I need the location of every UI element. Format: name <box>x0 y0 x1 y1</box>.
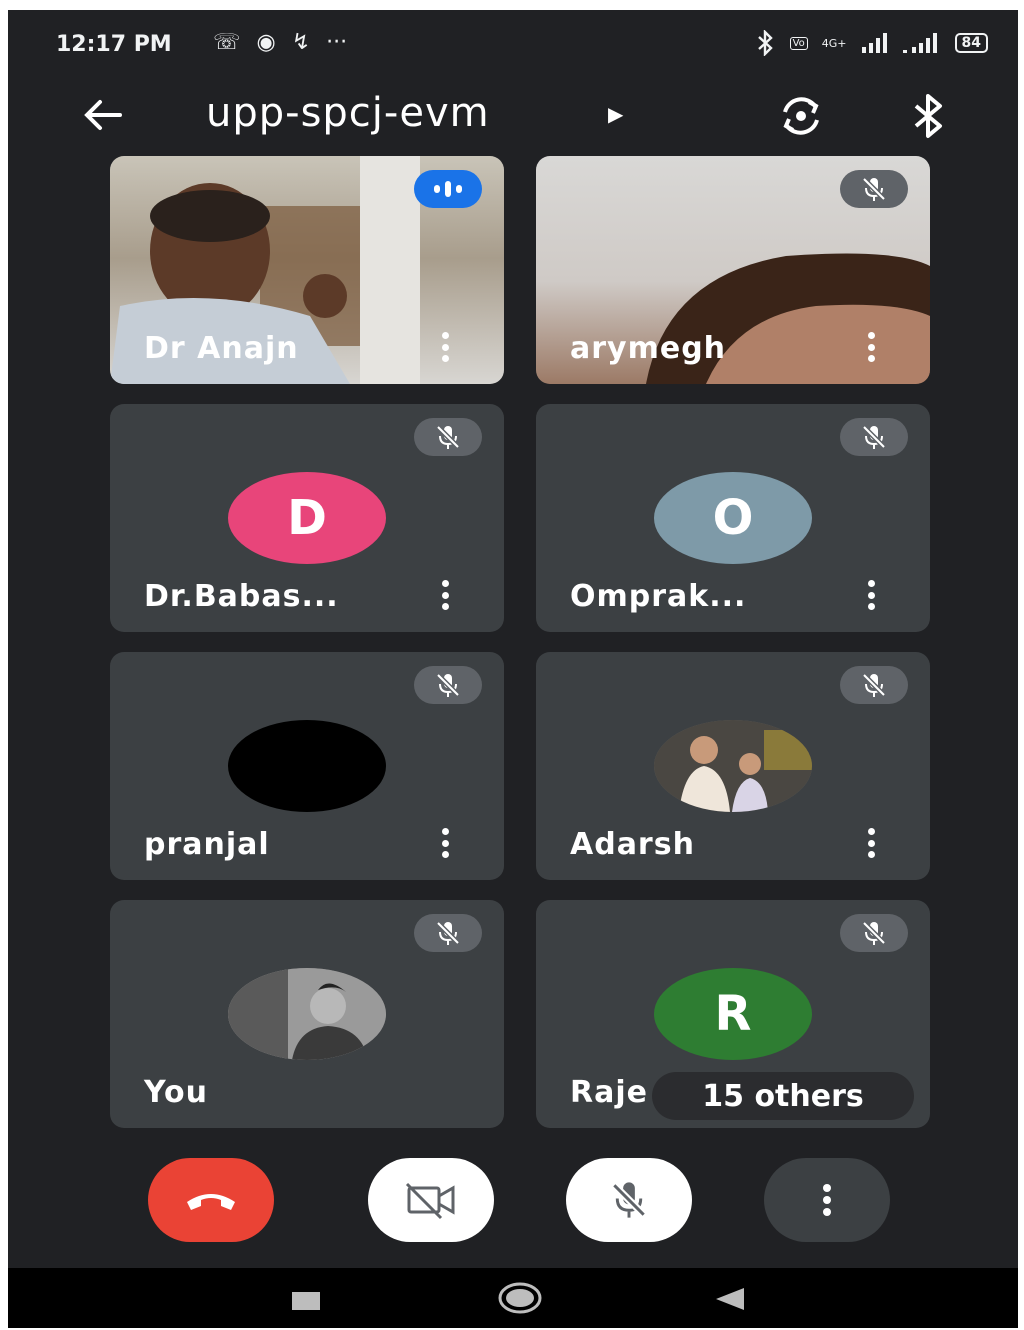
participant-more-button[interactable] <box>438 828 452 858</box>
participant-tile[interactable]: Dr Anajn <box>110 156 504 384</box>
participant-name: Omprak... <box>570 579 747 614</box>
mic-off-icon <box>862 177 886 201</box>
bluetooth-status-icon <box>757 30 773 56</box>
camera-toggle-button[interactable] <box>368 1158 494 1242</box>
video-off-icon <box>405 1182 455 1220</box>
participant-tile[interactable]: Adarsh <box>536 652 930 880</box>
participant-tile[interactable]: You <box>110 900 504 1128</box>
call-controls <box>8 1150 1018 1250</box>
meet-screen: 12:17 PM ☏ ◉ ↯ ··· Vo 4G+ 84 upp-spcj-ev… <box>8 10 1018 1328</box>
participant-more-button[interactable] <box>864 580 878 610</box>
mic-off-badge <box>414 666 482 704</box>
mic-off-icon <box>436 921 460 945</box>
participant-tile[interactable]: R Raje 15 others <box>536 900 930 1128</box>
participant-more-button[interactable] <box>438 580 452 610</box>
signal-icon <box>861 33 887 53</box>
more-notifications-icon: ··· <box>326 30 348 55</box>
mic-off-badge <box>840 666 908 704</box>
participant-name: Adarsh <box>570 827 695 862</box>
participant-tile[interactable]: D Dr.Babas... <box>110 404 504 632</box>
participant-name: You <box>144 1075 208 1110</box>
participant-name: pranjal <box>144 827 270 862</box>
mic-off-icon <box>436 425 460 449</box>
switch-camera-button[interactable] <box>773 88 829 144</box>
speaking-indicator <box>414 170 482 208</box>
participant-name: Raje <box>570 1075 648 1110</box>
avatar: R <box>654 968 812 1060</box>
meeting-code[interactable]: upp-spcj-evm <box>206 90 490 136</box>
camera-switch-icon <box>783 97 819 135</box>
participant-more-button[interactable] <box>438 332 452 362</box>
audio-output-button[interactable] <box>900 88 956 144</box>
mic-off-badge <box>840 418 908 456</box>
back-nav-icon[interactable] <box>714 1286 746 1312</box>
avatar-photo <box>654 720 812 812</box>
participant-name: Dr.Babas... <box>144 579 339 614</box>
mic-off-badge <box>840 170 908 208</box>
photo-image <box>654 720 812 812</box>
home-icon[interactable] <box>496 1280 544 1316</box>
participant-name: Dr Anajn <box>144 331 299 366</box>
participant-tile[interactable]: pranjal <box>110 652 504 880</box>
missed-call-icon: ↯ <box>291 30 311 55</box>
status-time: 12:17 PM <box>56 32 172 57</box>
arrow-left-icon <box>84 100 122 130</box>
participant-more-button[interactable] <box>864 332 878 362</box>
volte-icon: Vo <box>789 36 808 50</box>
others-badge[interactable]: 15 others <box>652 1072 914 1120</box>
more-vert-icon <box>823 1184 831 1216</box>
mic-off-icon <box>862 425 886 449</box>
photo-image <box>228 968 386 1060</box>
system-icons: Vo 4G+ 84 <box>754 30 988 56</box>
avatar: O <box>654 472 812 564</box>
more-options-button[interactable] <box>764 1158 890 1242</box>
mic-off-badge <box>414 418 482 456</box>
back-button[interactable] <box>78 90 128 140</box>
avatar: D <box>228 472 386 564</box>
participant-tile[interactable]: arymegh <box>536 156 930 384</box>
meeting-header: upp-spcj-evm ▶ <box>8 82 1018 157</box>
app-icon: ◉ <box>256 30 276 55</box>
participant-name: arymegh <box>570 331 727 366</box>
caret-right-icon[interactable]: ▶ <box>608 102 623 126</box>
participant-tile[interactable]: O Omprak... <box>536 404 930 632</box>
mic-toggle-button[interactable] <box>566 1158 692 1242</box>
participant-more-button[interactable] <box>864 828 878 858</box>
system-nav-bar <box>8 1268 1018 1328</box>
signal-icon-2 <box>902 33 937 53</box>
phone-hangup-icon <box>187 1194 235 1210</box>
bluetooth-icon <box>914 94 942 138</box>
end-call-button[interactable] <box>148 1158 274 1242</box>
avatar <box>228 720 386 812</box>
mic-off-icon <box>436 673 460 697</box>
recents-icon[interactable] <box>290 1290 322 1312</box>
mic-off-icon <box>611 1182 647 1218</box>
battery-indicator: 84 <box>954 33 988 53</box>
notification-icons: ☏ ◉ ↯ ··· <box>213 30 347 55</box>
mic-off-badge <box>414 914 482 952</box>
status-bar: 12:17 PM ☏ ◉ ↯ ··· Vo 4G+ 84 <box>8 10 1018 82</box>
mic-off-icon <box>862 921 886 945</box>
whatsapp-icon: ☏ <box>213 30 241 55</box>
mic-off-badge <box>840 914 908 952</box>
network-type: 4G+ <box>821 36 847 50</box>
avatar-photo <box>228 968 386 1060</box>
mic-off-icon <box>862 673 886 697</box>
